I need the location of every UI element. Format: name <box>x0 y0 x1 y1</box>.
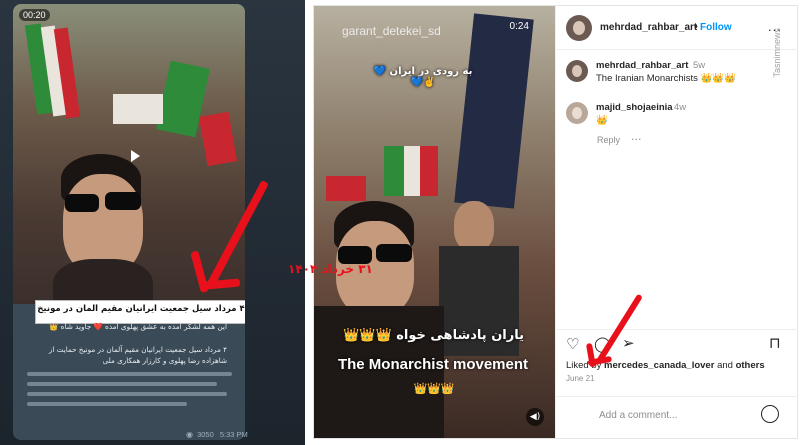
message-text-line1: این همه لشکر آمده به عشق پهلوی آمده ❤️ ج… <box>49 322 227 331</box>
video-overlay-top-text: به زودی در ایران 💙✌️💙 <box>373 66 473 88</box>
separator-dot: • <box>693 22 699 33</box>
likes-user[interactable]: mercedes_canada_lover <box>604 360 714 371</box>
sunglasses-right <box>105 192 141 210</box>
blurred-line <box>27 402 187 406</box>
blurred-line <box>27 392 227 396</box>
flag-red-stripe <box>420 146 438 196</box>
heart-icon[interactable]: ♡ <box>566 335 579 353</box>
play-icon[interactable] <box>131 150 140 162</box>
caption-banner: ۴ مرداد سیل جمعیت ایرانیان مقیم آلمان در… <box>35 300 245 324</box>
likes-and: and <box>717 360 733 371</box>
comment-input[interactable]: Add a comment... <box>599 410 677 421</box>
bookmark-icon[interactable]: ⊓ <box>769 334 781 352</box>
comment-text: The Iranian Monarchists 👑👑👑 <box>596 73 737 84</box>
comment-time: 4w <box>674 102 687 113</box>
eye-icon: ◉ <box>186 430 193 439</box>
post-author-username[interactable]: mehrdad_rahbar_art <box>600 22 697 33</box>
date-annotation: ۳۱ خرداد ۱۴۰۴ <box>288 262 373 276</box>
message-meta: ◉ 3050 5:33 PM <box>186 430 248 439</box>
instagram-video[interactable]: garant_detekei_sd 0:24 به زودی در ایران … <box>314 6 555 438</box>
avatar-face <box>572 65 582 77</box>
avatar[interactable] <box>566 102 588 124</box>
flag-white-stripe <box>404 146 420 196</box>
telegram-post-panel: 00:20 ۴ مرداد سیل جمعیت ایرانیان مقیم آل… <box>0 0 305 445</box>
video-overlay-persian-text: یاران پادشاهی خواه 👑👑👑 <box>343 328 524 343</box>
blurred-line <box>27 382 217 386</box>
avatar-face <box>572 107 582 119</box>
caption-banner-text: ۴ مرداد سیل جمعیت ایرانیان مقیم آلمان در… <box>37 304 245 314</box>
video-duration: 00:20 <box>19 9 50 21</box>
comment-username[interactable]: mehrdad_rahbar_art <box>596 60 688 71</box>
post-date: June 21 <box>566 374 595 383</box>
telegram-message-card: 00:20 ۴ مرداد سیل جمعیت ایرانیان مقیم آل… <box>13 4 245 440</box>
share-icon[interactable]: ➢ <box>622 334 635 352</box>
sunglasses-left <box>65 194 99 212</box>
flag-white-stripe <box>113 94 163 124</box>
video-watermark: garant_detekei_sd <box>342 24 441 38</box>
instagram-post: garant_detekei_sd 0:24 به زودی در ایران … <box>313 5 798 439</box>
flag-green-stripe <box>384 146 404 196</box>
comment-text: 👑 <box>596 115 608 126</box>
emoji-icon[interactable] <box>761 405 779 423</box>
video-time: 0:24 <box>509 21 529 32</box>
flag-red-stripe <box>326 176 366 201</box>
video-overlay-english-text: The Monarchist movement <box>337 356 529 373</box>
video-overlay-crowns: 👑👑👑 <box>413 382 455 395</box>
reply-button[interactable]: Reply <box>597 135 620 145</box>
views-count: 3050 <box>197 430 214 439</box>
avatar-face <box>573 21 585 35</box>
avatar[interactable] <box>566 15 592 41</box>
sunglasses-right <box>376 244 412 262</box>
flag-red-stripe <box>198 111 238 167</box>
comment-more-icon[interactable]: ··· <box>631 133 642 146</box>
speaker-icon[interactable]: ◀) <box>526 408 544 426</box>
likes-others[interactable]: others <box>736 360 765 371</box>
follow-button[interactable]: Follow <box>700 22 732 33</box>
dark-flag <box>454 13 534 209</box>
bystander-face <box>454 201 494 251</box>
message-time: 5:33 PM <box>219 430 248 439</box>
telegram-video-thumbnail[interactable]: 00:20 <box>13 4 245 304</box>
blurred-line <box>27 372 232 376</box>
comment-username[interactable]: majid_shojaeinia <box>596 102 673 113</box>
message-text-line2: ۴ مرداد سیل جمعیت ایرانیان مقیم آلمان در… <box>48 345 227 365</box>
side-watermark: Tasnimnews <box>772 28 782 78</box>
instagram-post-sidebar: mehrdad_rahbar_art • Follow ... mehrdad_… <box>555 6 798 438</box>
post-header: mehrdad_rahbar_art • Follow ... <box>556 6 798 50</box>
person-shirt <box>53 259 153 304</box>
avatar[interactable] <box>566 60 588 82</box>
comment-time: 5w <box>693 60 706 71</box>
